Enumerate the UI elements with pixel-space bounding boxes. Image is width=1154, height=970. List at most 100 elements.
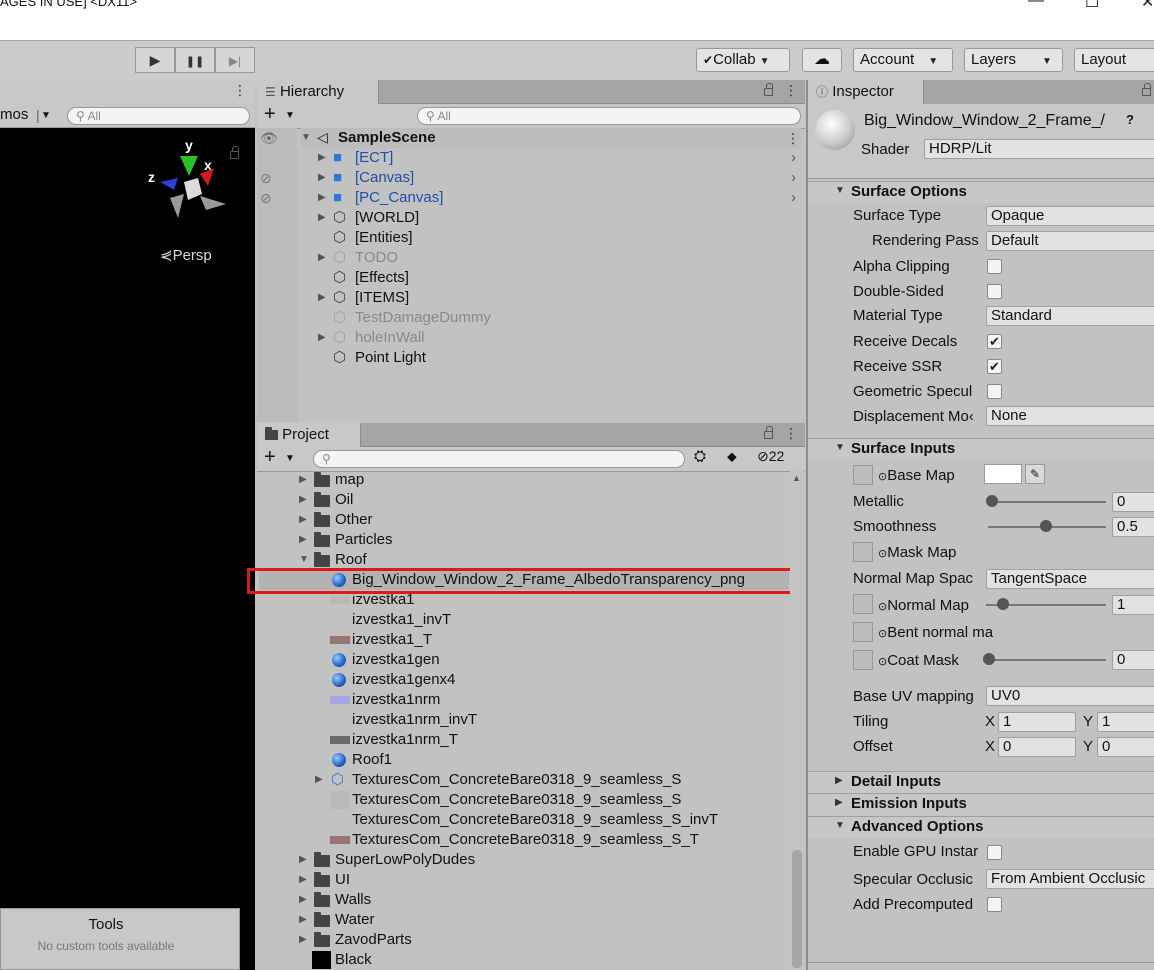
base-map-slot[interactable] bbox=[853, 465, 873, 485]
expand-arrow-icon[interactable]: ▶ bbox=[299, 870, 307, 890]
hierarchy-item[interactable]: ▶ ⬡ TODO bbox=[301, 248, 801, 268]
layers-dropdown[interactable]: Layers ▼ bbox=[964, 48, 1063, 72]
expand-arrow-icon[interactable]: ▶ bbox=[318, 248, 326, 268]
asset-item[interactable]: izvestka1gen bbox=[298, 650, 788, 670]
folder-item[interactable]: ▶ Walls bbox=[298, 890, 788, 910]
rendering-pass-dropdown[interactable]: Default bbox=[986, 231, 1154, 251]
expand-arrow-icon[interactable]: ▶ bbox=[299, 910, 307, 930]
expand-arrow-icon[interactable]: ▶ bbox=[318, 208, 326, 228]
folder-item[interactable]: ▶ Particles bbox=[298, 530, 788, 550]
scroll-up-icon[interactable]: ▲ bbox=[792, 473, 801, 483]
displacement-mode-dropdown[interactable]: None bbox=[986, 406, 1154, 426]
expand-arrow-icon[interactable]: ▶ bbox=[299, 930, 307, 950]
close-button[interactable]: ✕ bbox=[1141, 0, 1154, 12]
coat-mask-slider-handle[interactable] bbox=[983, 653, 995, 665]
smoothness-slider-handle[interactable] bbox=[1040, 520, 1052, 532]
asset-item[interactable]: izvestka1_T bbox=[298, 630, 788, 650]
surface-options-header[interactable]: ▼ Surface Options bbox=[808, 181, 1154, 203]
metallic-slider-handle[interactable] bbox=[986, 495, 998, 507]
cloud-button[interactable]: ☁ bbox=[802, 48, 842, 72]
expand-arrow-icon[interactable]: ▶ bbox=[299, 530, 307, 550]
lock-icon[interactable] bbox=[764, 83, 773, 96]
offset-y-input[interactable]: 0 bbox=[1097, 737, 1154, 757]
expand-arrow-icon[interactable]: ▶ bbox=[318, 168, 326, 188]
add-icon[interactable]: + bbox=[264, 446, 276, 469]
eye-icon[interactable]: 👁 bbox=[260, 130, 278, 147]
chevron-down-icon[interactable]: ▼ bbox=[285, 110, 295, 121]
target-icon[interactable]: ⊙ bbox=[878, 548, 887, 560]
hierarchy-item[interactable]: ▶ ■ [PC_Canvas] › bbox=[301, 188, 801, 208]
surface-type-dropdown[interactable]: Opaque bbox=[986, 206, 1154, 226]
alpha-clipping-checkbox[interactable] bbox=[987, 259, 1002, 274]
bent-normal-slot[interactable] bbox=[853, 622, 873, 642]
smoothness-input[interactable]: 0.5 bbox=[1112, 517, 1154, 537]
collapse-arrow-icon[interactable]: ▼ bbox=[299, 550, 309, 570]
collapse-arrow-icon[interactable]: ▼ bbox=[301, 128, 311, 148]
detail-inputs-header[interactable]: ▶ Detail Inputs bbox=[808, 771, 1154, 793]
expand-arrow-icon[interactable]: ▶ bbox=[299, 490, 307, 510]
add-icon[interactable]: + bbox=[264, 103, 276, 126]
hierarchy-item[interactable]: ⬡ Point Light bbox=[301, 348, 801, 368]
asset-item[interactable]: izvestka1nrm_T bbox=[298, 730, 788, 750]
tiling-y-input[interactable]: 1 bbox=[1097, 712, 1154, 732]
hierarchy-search-input[interactable]: ⚲ All bbox=[417, 107, 801, 125]
layout-dropdown[interactable]: Layout bbox=[1074, 48, 1154, 72]
step-button[interactable]: ▶| bbox=[215, 47, 255, 73]
asset-item[interactable]: TexturesCom_ConcreteBare0318_9_seamless_… bbox=[298, 790, 788, 810]
lock-icon[interactable] bbox=[230, 146, 239, 159]
metallic-input[interactable]: 0 bbox=[1112, 492, 1154, 512]
folder-item[interactable]: ▶ Other bbox=[298, 510, 788, 530]
filter-by-label-icon[interactable]: ⬥ bbox=[727, 448, 737, 465]
scrollbar-thumb[interactable] bbox=[792, 850, 802, 968]
expand-arrow-icon[interactable]: ▶ bbox=[318, 148, 326, 168]
more-icon[interactable]: ⋮ bbox=[784, 82, 798, 99]
shader-dropdown[interactable]: HDRP/Lit bbox=[924, 139, 1154, 159]
account-dropdown[interactable]: Account ▼ bbox=[853, 48, 953, 72]
chevron-right-icon[interactable]: › bbox=[791, 168, 796, 188]
target-icon[interactable]: ⊙ bbox=[878, 628, 887, 640]
play-button[interactable]: ▶ bbox=[135, 47, 175, 73]
advanced-options-header[interactable]: ▼ Advanced Options bbox=[808, 816, 1154, 838]
hidden-packages-toggle[interactable]: ⊘22 bbox=[757, 448, 784, 465]
normal-scale-input[interactable]: 1 bbox=[1112, 595, 1154, 615]
hierarchy-item[interactable]: ⬡ [Entities] bbox=[301, 228, 801, 248]
chevron-right-icon[interactable]: › bbox=[791, 188, 796, 208]
expand-arrow-icon[interactable]: ▶ bbox=[299, 850, 307, 870]
asset-item[interactable]: Roof1 bbox=[298, 750, 788, 770]
maximize-button[interactable]: ☐ bbox=[1085, 0, 1099, 12]
material-type-dropdown[interactable]: Standard bbox=[986, 306, 1154, 326]
hierarchy-item[interactable]: ▶ ⬡ [WORLD] bbox=[301, 208, 801, 228]
expand-arrow-icon[interactable]: ▶ bbox=[299, 510, 307, 530]
specular-occlusion-dropdown[interactable]: From Ambient Occlusic bbox=[986, 869, 1154, 889]
minimize-button[interactable]: — bbox=[1028, 0, 1044, 10]
lock-icon[interactable] bbox=[1142, 83, 1151, 96]
asset-item[interactable]: TexturesCom_ConcreteBare0318_9_seamless_… bbox=[298, 810, 788, 830]
y-axis-cone[interactable] bbox=[180, 156, 198, 176]
project-search-input[interactable]: ⚲ bbox=[313, 450, 685, 468]
offset-x-input[interactable]: 0 bbox=[998, 737, 1076, 757]
expand-arrow-icon[interactable]: ▶ bbox=[318, 188, 326, 208]
enable-gpu-instancing-checkbox[interactable] bbox=[987, 845, 1002, 860]
collab-button[interactable]: ✔Collab ▼ bbox=[696, 48, 790, 72]
help-icon[interactable]: ? bbox=[1126, 112, 1134, 127]
coat-mask-slider-track[interactable] bbox=[986, 659, 1106, 661]
add-precomputed-checkbox[interactable] bbox=[987, 897, 1002, 912]
surface-inputs-header[interactable]: ▼ Surface Inputs bbox=[808, 438, 1154, 460]
pause-button[interactable]: ❚❚ bbox=[175, 47, 215, 73]
lock-icon[interactable] bbox=[764, 426, 773, 439]
tab-inspector[interactable]: ⓘ Inspector bbox=[808, 80, 924, 104]
expand-arrow-icon[interactable]: ▶ bbox=[315, 770, 323, 790]
hierarchy-item[interactable]: ▶ ■ [ECT] › bbox=[301, 148, 801, 168]
receive-decals-checkbox[interactable]: ✔ bbox=[987, 334, 1002, 349]
tab-hierarchy[interactable]: ☰ Hierarchy bbox=[257, 80, 379, 104]
asset-item[interactable]: izvestka1_invT bbox=[298, 610, 788, 630]
hierarchy-item[interactable]: ▶ ⬡ [ITEMS] bbox=[301, 288, 801, 308]
filter-by-type-icon[interactable]: ⛭ bbox=[694, 448, 706, 465]
asset-item[interactable]: izvestka1nrm_invT bbox=[298, 710, 788, 730]
receive-ssr-checkbox[interactable]: ✔ bbox=[987, 359, 1002, 374]
expand-arrow-icon[interactable]: ▶ bbox=[318, 288, 326, 308]
chevron-down-icon[interactable]: ▼ bbox=[285, 453, 295, 464]
target-icon[interactable]: ⊙ bbox=[878, 601, 887, 613]
normal-scale-slider-handle[interactable] bbox=[997, 598, 1009, 610]
eye-hidden-icon[interactable]: ⊘ bbox=[260, 170, 272, 187]
